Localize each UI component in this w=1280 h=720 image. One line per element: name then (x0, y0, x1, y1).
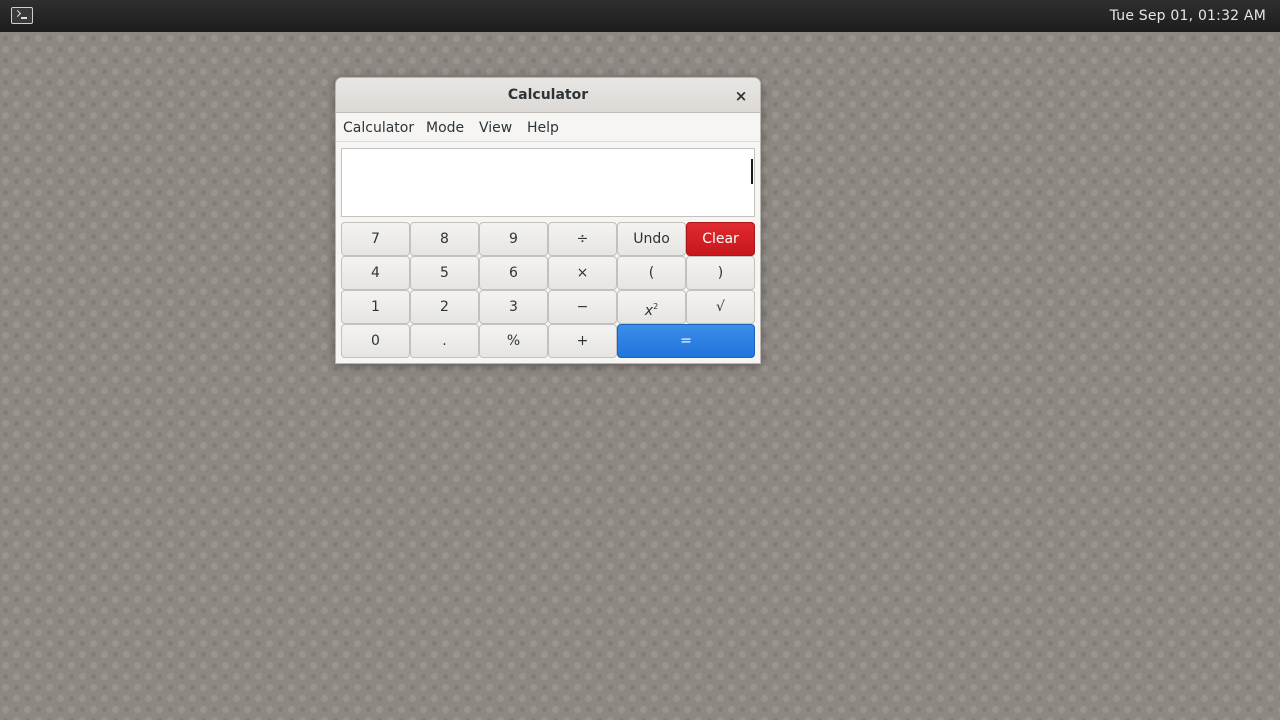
text-caret (751, 159, 753, 184)
key-4[interactable]: 4 (341, 256, 410, 290)
square-exponent: 2 (653, 302, 659, 311)
key-multiply[interactable]: × (548, 256, 617, 290)
menu-calculator[interactable]: Calculator (343, 114, 414, 142)
clock[interactable]: Tue Sep 01, 01:32 AM (1110, 0, 1266, 32)
key-close-paren[interactable]: ) (686, 256, 755, 290)
key-5[interactable]: 5 (410, 256, 479, 290)
menu-mode[interactable]: Mode (426, 114, 464, 142)
key-1[interactable]: 1 (341, 290, 410, 324)
key-add[interactable]: + (548, 324, 617, 358)
key-0[interactable]: 0 (341, 324, 410, 358)
menu-bar: Calculator Mode View Help (336, 114, 760, 142)
key-9[interactable]: 9 (479, 222, 548, 256)
close-icon[interactable]: × (732, 87, 750, 105)
key-divide[interactable]: ÷ (548, 222, 617, 256)
key-decimal[interactable]: . (410, 324, 479, 358)
clear-button[interactable]: Clear (686, 222, 755, 256)
key-7[interactable]: 7 (341, 222, 410, 256)
key-3[interactable]: 3 (479, 290, 548, 324)
key-percent[interactable]: % (479, 324, 548, 358)
menu-help[interactable]: Help (527, 114, 559, 142)
display-field[interactable] (341, 148, 755, 217)
key-subtract[interactable]: − (548, 290, 617, 324)
terminal-icon[interactable] (11, 7, 33, 24)
window-title: Calculator (507, 87, 589, 103)
key-8[interactable]: 8 (410, 222, 479, 256)
menu-view[interactable]: View (479, 114, 512, 142)
square-base: x (644, 303, 654, 319)
equals-button[interactable]: = (617, 324, 755, 358)
key-square[interactable]: x2 (617, 290, 686, 324)
top-bar: Tue Sep 01, 01:32 AM (0, 0, 1280, 32)
key-6[interactable]: 6 (479, 256, 548, 290)
calculator-window: Calculator × Calculator Mode View Help 7… (335, 77, 761, 364)
key-sqrt[interactable]: √ (686, 290, 755, 324)
key-open-paren[interactable]: ( (617, 256, 686, 290)
key-2[interactable]: 2 (410, 290, 479, 324)
title-bar[interactable]: Calculator × (336, 78, 760, 113)
undo-button[interactable]: Undo (617, 222, 686, 256)
